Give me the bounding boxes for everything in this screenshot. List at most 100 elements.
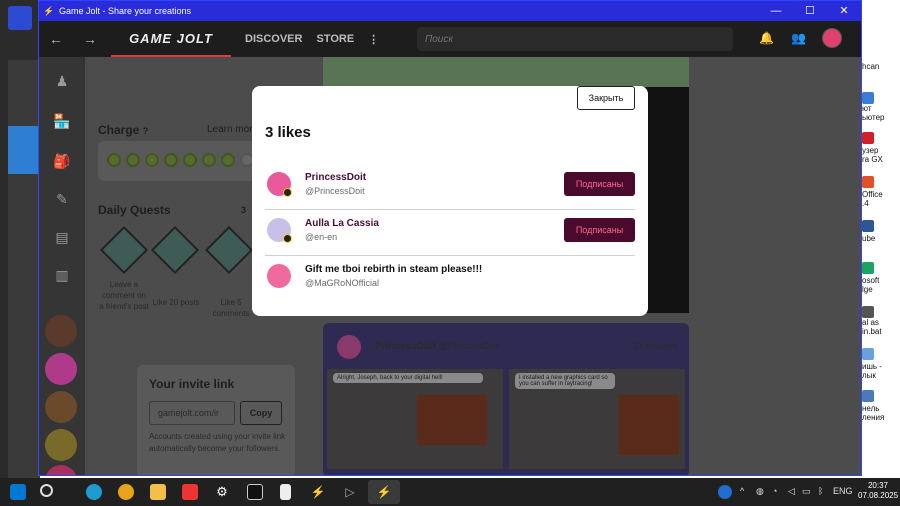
file-explorer-icon[interactable]	[150, 484, 166, 500]
clock[interactable]: 20:37 07.08.2025	[858, 481, 898, 501]
library-icon[interactable]: ▥	[52, 267, 72, 285]
office-icon[interactable]	[862, 176, 874, 188]
help-icon[interactable]	[718, 485, 732, 499]
network-icon[interactable]: ◔	[772, 486, 777, 496]
quest-icon[interactable]	[99, 225, 149, 275]
friends-icon[interactable]: 👥	[791, 31, 806, 45]
charge-orb	[145, 153, 159, 167]
edge-icon[interactable]	[862, 262, 874, 274]
desktop-icon-label[interactable]: osoft lge	[862, 276, 879, 294]
game-jolt-icon: ⚡	[43, 5, 55, 16]
backpack-icon[interactable]: 🎒	[52, 153, 72, 171]
community-avatar[interactable]	[45, 465, 77, 475]
computer-icon[interactable]	[862, 92, 874, 104]
close-button[interactable]: ✕	[827, 1, 861, 21]
speech-bubble: I installed a new graphics card so you c…	[515, 373, 615, 389]
liker-name[interactable]: Gift me tboi rebirth in steam please!!!	[305, 264, 482, 275]
forward-icon[interactable]: →	[73, 31, 107, 47]
help-icon[interactable]: ?	[143, 126, 149, 136]
yandex-icon[interactable]	[182, 484, 198, 500]
following-button[interactable]: Подписаны	[564, 172, 635, 196]
control-panel-icon[interactable]	[862, 390, 874, 402]
background-app	[0, 0, 40, 478]
desktop-icon-label[interactable]: нель ления	[862, 404, 884, 422]
liker-handle: @PrincessDoit	[305, 186, 365, 196]
charge-orb	[183, 153, 197, 167]
community-avatar[interactable]	[45, 315, 77, 347]
app-icon[interactable]: ▷	[342, 484, 358, 500]
copy-button[interactable]: Copy	[240, 401, 282, 425]
maximize-button[interactable]: ☐	[793, 1, 827, 21]
comic-panel: I installed a new graphics card so you c…	[509, 369, 685, 469]
charge-title: Charge ?	[98, 123, 149, 137]
desktop-icon-label[interactable]: Office .4	[862, 190, 883, 208]
community-avatar[interactable]	[45, 353, 77, 385]
shop-icon[interactable]: 🏪	[52, 113, 72, 131]
liker-name[interactable]: Aulla La Cassia	[305, 218, 379, 229]
user-avatar[interactable]	[822, 28, 842, 48]
quests-icon[interactable]: ✎	[52, 191, 72, 209]
desktop-icon-label[interactable]: ют ьютер	[862, 104, 884, 122]
user-avatar[interactable]	[267, 264, 291, 288]
desktop-icon-label[interactable]: ишь - лык	[862, 362, 882, 380]
realms-icon[interactable]: ♟	[52, 73, 72, 91]
opera-gx-icon[interactable]	[862, 132, 874, 144]
modal-close-button[interactable]: Закрыть	[577, 86, 635, 110]
desktop-icon-label[interactable]: узер ra GX	[862, 146, 883, 164]
learn-more-link[interactable]: Learn more	[207, 124, 258, 135]
invite-note: Accounts created using your invite link …	[149, 432, 286, 453]
quest-icon[interactable]	[150, 225, 200, 275]
quest-icon[interactable]	[204, 225, 254, 275]
tray-icon[interactable]: ◍	[756, 486, 764, 497]
back-icon[interactable]: ←	[39, 31, 73, 47]
charge-orb	[164, 153, 178, 167]
charge-orb	[126, 153, 140, 167]
title-bar[interactable]: ⚡ Game Jolt - Share your creations — ☐ ✕	[39, 1, 861, 21]
game-jolt-active-icon[interactable]: ⚡	[368, 480, 400, 504]
desktop-icon-label[interactable]: ube	[862, 234, 875, 243]
edge-icon[interactable]	[86, 484, 102, 500]
minimize-button[interactable]: —	[759, 1, 793, 21]
bluetooth-icon[interactable]: ᛒ	[818, 486, 823, 496]
modal-title: 3 likes	[265, 124, 311, 141]
community-avatar[interactable]	[45, 391, 77, 423]
roblox-icon[interactable]	[247, 484, 263, 500]
nav-store[interactable]: STORE	[316, 33, 354, 45]
charge-orb	[202, 153, 216, 167]
desktop-icon-label[interactable]: al as in.bat	[862, 318, 882, 336]
shortcut-icon[interactable]	[862, 348, 874, 360]
language-indicator[interactable]: ENG	[833, 486, 853, 496]
desktop-icon-label[interactable]: hcan	[862, 62, 879, 71]
windows-start-icon[interactable]	[10, 484, 26, 500]
bell-icon[interactable]: 🔔	[759, 31, 774, 45]
search-input[interactable]	[417, 27, 733, 51]
invite-link-field[interactable]: gamejolt.com/ir	[149, 401, 235, 425]
post-author[interactable]: PrincessDoit @PrincessDoit	[375, 341, 499, 352]
liker-handle: @MaGRoNOfficial	[305, 278, 379, 288]
liker-name[interactable]: PrincessDoit	[305, 172, 366, 183]
post-image-top	[323, 57, 689, 87]
post-card[interactable]: PrincessDoit @PrincessDoit 11 minutes Al…	[323, 323, 689, 475]
chat-icon[interactable]: ▤	[52, 229, 72, 247]
battery-icon[interactable]: ▭	[802, 486, 811, 497]
author-avatar[interactable]	[337, 335, 361, 359]
search-icon[interactable]	[40, 484, 53, 497]
game-jolt-icon[interactable]: ⚡	[310, 484, 326, 500]
game-jolt-logo[interactable]: GAME JOLT	[111, 21, 231, 57]
app-icon[interactable]	[862, 220, 874, 232]
following-button[interactable]: Подписаны	[564, 218, 635, 242]
liker-handle: @en-en	[305, 232, 338, 242]
like-row: Aulla La Cassia @en-en Подписаны	[265, 210, 635, 256]
document-icon[interactable]	[280, 484, 291, 500]
chrome-icon[interactable]	[118, 484, 134, 500]
batch-file-icon[interactable]	[862, 306, 874, 318]
quest-label: Like 20 posts	[152, 298, 200, 307]
more-icon[interactable]: ⋮	[368, 33, 379, 46]
settings-icon[interactable]: ⚙	[214, 484, 230, 500]
community-avatar[interactable]	[45, 429, 77, 461]
chevron-up-icon[interactable]: ^	[740, 486, 744, 496]
speaker-icon[interactable]: ◁	[788, 486, 795, 497]
nav-discover[interactable]: DISCOVER	[245, 33, 302, 45]
charge-orb	[221, 153, 235, 167]
quests-count: 3	[241, 205, 247, 215]
